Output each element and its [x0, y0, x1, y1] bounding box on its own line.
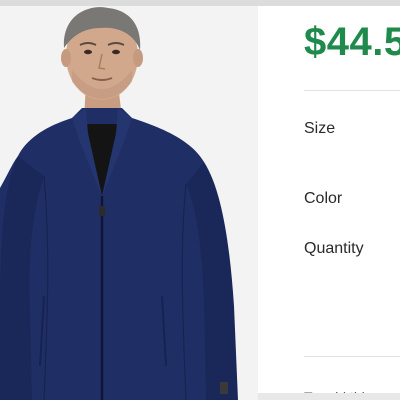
price-divider: [304, 90, 400, 91]
product-price: $44.5: [304, 20, 400, 64]
options-divider: [304, 356, 400, 357]
product-image[interactable]: [0, 6, 258, 400]
product-page: $44.5 Size Color Quantity To add this: [0, 0, 400, 400]
product-details-panel: $44.5 Size Color Quantity To add this: [258, 6, 400, 400]
color-label: Color: [304, 190, 343, 207]
quantity-label: Quantity: [304, 240, 364, 257]
size-label: Size: [304, 120, 336, 137]
bottom-edge-bar: [258, 393, 400, 400]
